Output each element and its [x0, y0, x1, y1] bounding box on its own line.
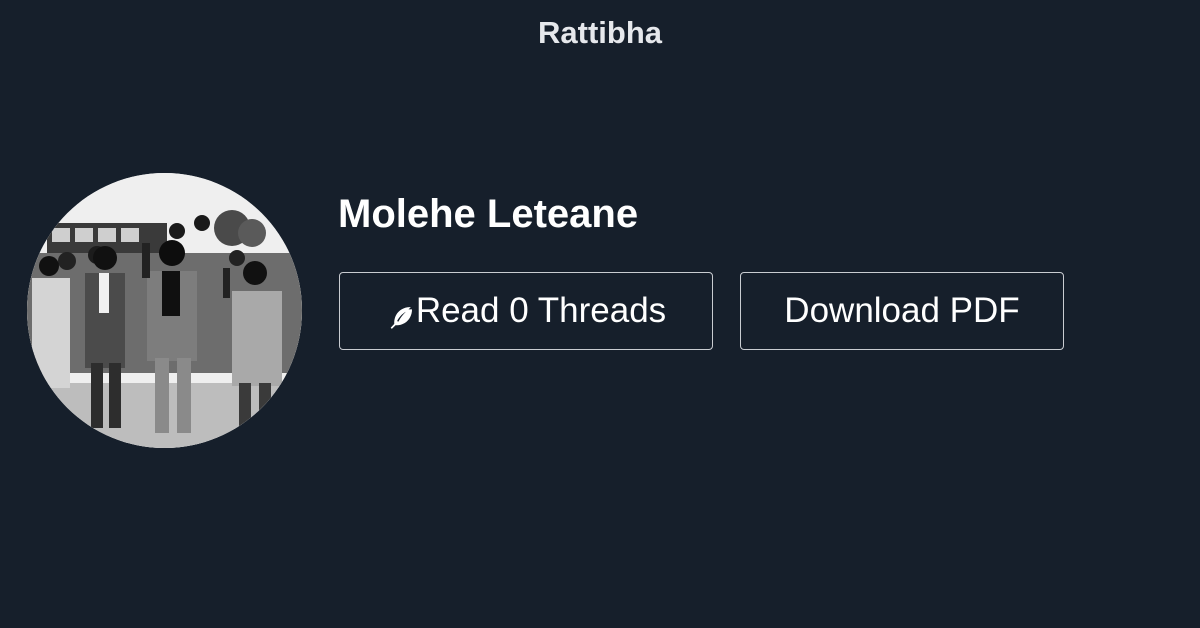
- feather-icon: [386, 300, 414, 329]
- read-threads-button[interactable]: Read 0 Threads: [339, 272, 713, 350]
- site-brand[interactable]: Rattibha: [0, 14, 1200, 52]
- profile-name: Molehe Leteane: [338, 192, 639, 236]
- read-threads-label: Read 0 Threads: [415, 291, 667, 330]
- profile-avatar: [27, 173, 302, 448]
- avatar-photo: [27, 173, 302, 448]
- download-pdf-button[interactable]: Download PDF: [740, 272, 1064, 350]
- download-pdf-label: Download PDF: [784, 291, 1020, 330]
